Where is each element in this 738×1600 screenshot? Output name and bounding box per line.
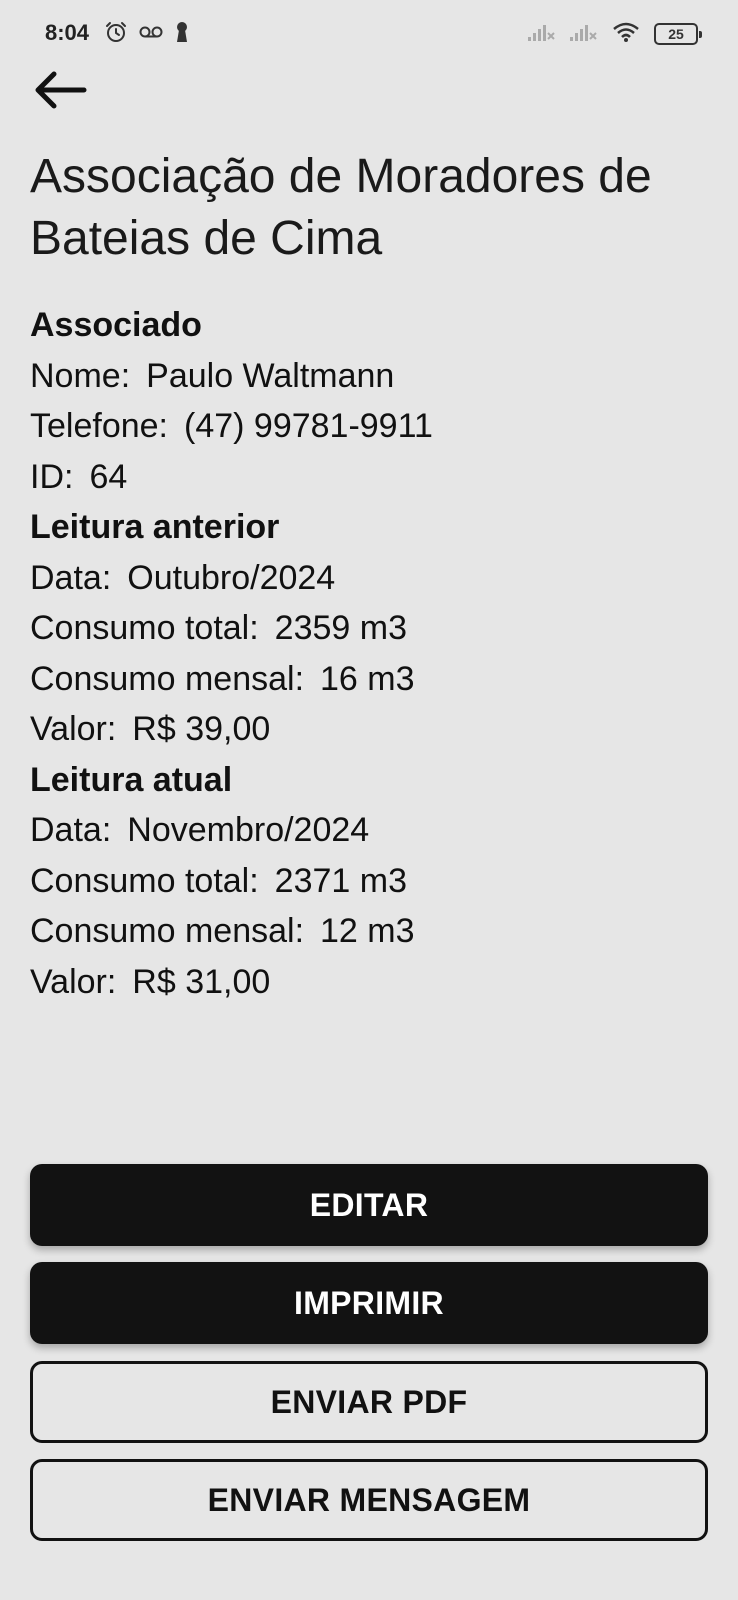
status-time: 8:04 [45, 20, 90, 45]
wifi-icon [612, 21, 640, 48]
back-button[interactable] [28, 64, 92, 120]
row-atual-valor: Valor: R$ 31,00 [30, 957, 710, 1008]
valor-label: Valor: [30, 710, 117, 748]
row-id: ID: 64 [30, 452, 710, 503]
status-left-icons [104, 20, 190, 48]
keyhole-icon [174, 20, 190, 49]
signal-icon [528, 22, 556, 47]
enviar-mensagem-button[interactable]: ENVIAR MENSAGEM [30, 1459, 708, 1541]
row-anterior-consumo-total: Consumo total: 2359 m3 [30, 603, 710, 654]
battery-icon: 25 [654, 23, 702, 45]
telefone-value: (47) 99781-9911 [184, 407, 433, 445]
consumo-mensal-label: Consumo mensal: [30, 912, 305, 950]
row-atual-consumo-mensal: Consumo mensal: 12 m3 [30, 906, 710, 957]
nome-value: Paulo Waltmann [146, 356, 395, 395]
arrow-left-icon [32, 70, 88, 115]
status-right-icons: 25 [528, 20, 702, 48]
section-heading-leitura-atual: Leitura atual [30, 760, 233, 799]
data-value: Novembro/2024 [127, 811, 370, 849]
section-heading-associado: Associado [30, 306, 202, 344]
consumo-total-label: Consumo total: [30, 609, 259, 647]
valor-value: R$ 39,00 [132, 710, 271, 748]
consumo-total-label: Consumo total: [30, 861, 259, 900]
row-anterior-valor: Valor: R$ 39,00 [30, 704, 710, 755]
id-value: 64 [89, 457, 128, 496]
valor-label: Valor: [30, 962, 117, 1001]
id-label: ID: [30, 457, 74, 496]
consumo-mensal-value: 16 m3 [320, 659, 415, 698]
consumo-mensal-label: Consumo mensal: [30, 659, 305, 698]
alarm-icon [104, 20, 128, 49]
data-value: Outubro/2024 [127, 558, 336, 597]
valor-value: R$ 31,00 [132, 962, 271, 1001]
editar-button[interactable]: EDITAR [30, 1164, 708, 1246]
data-label: Data: [30, 811, 112, 849]
consumo-mensal-value: 12 m3 [320, 912, 415, 950]
row-atual-consumo-total: Consumo total: 2371 m3 [30, 856, 710, 907]
row-anterior-data: Data: Outubro/2024 [30, 553, 710, 604]
telefone-label: Telefone: [30, 407, 168, 445]
nome-label: Nome: [30, 356, 131, 395]
enviar-pdf-button[interactable]: ENVIAR PDF [30, 1361, 708, 1443]
section-heading-leitura-anterior: Leitura anterior [30, 508, 280, 546]
row-anterior-consumo-mensal: Consumo mensal: 16 m3 [30, 654, 710, 705]
row-nome: Nome: Paulo Waltmann [30, 351, 710, 402]
row-atual-data: Data: Novembro/2024 [30, 805, 710, 856]
voicemail-icon [138, 20, 164, 49]
consumo-total-value: 2371 m3 [274, 861, 407, 900]
page-title: Associação de Moradores de Bateias de Ci… [30, 150, 652, 265]
details-panel: Associado Nome: Paulo Waltmann Telefone: (… [30, 300, 710, 1007]
imprimir-button[interactable]: IMPRIMIR [30, 1262, 708, 1344]
consumo-total-value: 2359 m3 [274, 609, 407, 647]
signal-icon [570, 22, 598, 47]
status-bar: 8:04 25 [0, 0, 738, 70]
battery-level: 25 [668, 26, 684, 42]
row-telefone: Telefone: (47) 99781-9911 [30, 401, 710, 452]
data-label: Data: [30, 558, 112, 597]
